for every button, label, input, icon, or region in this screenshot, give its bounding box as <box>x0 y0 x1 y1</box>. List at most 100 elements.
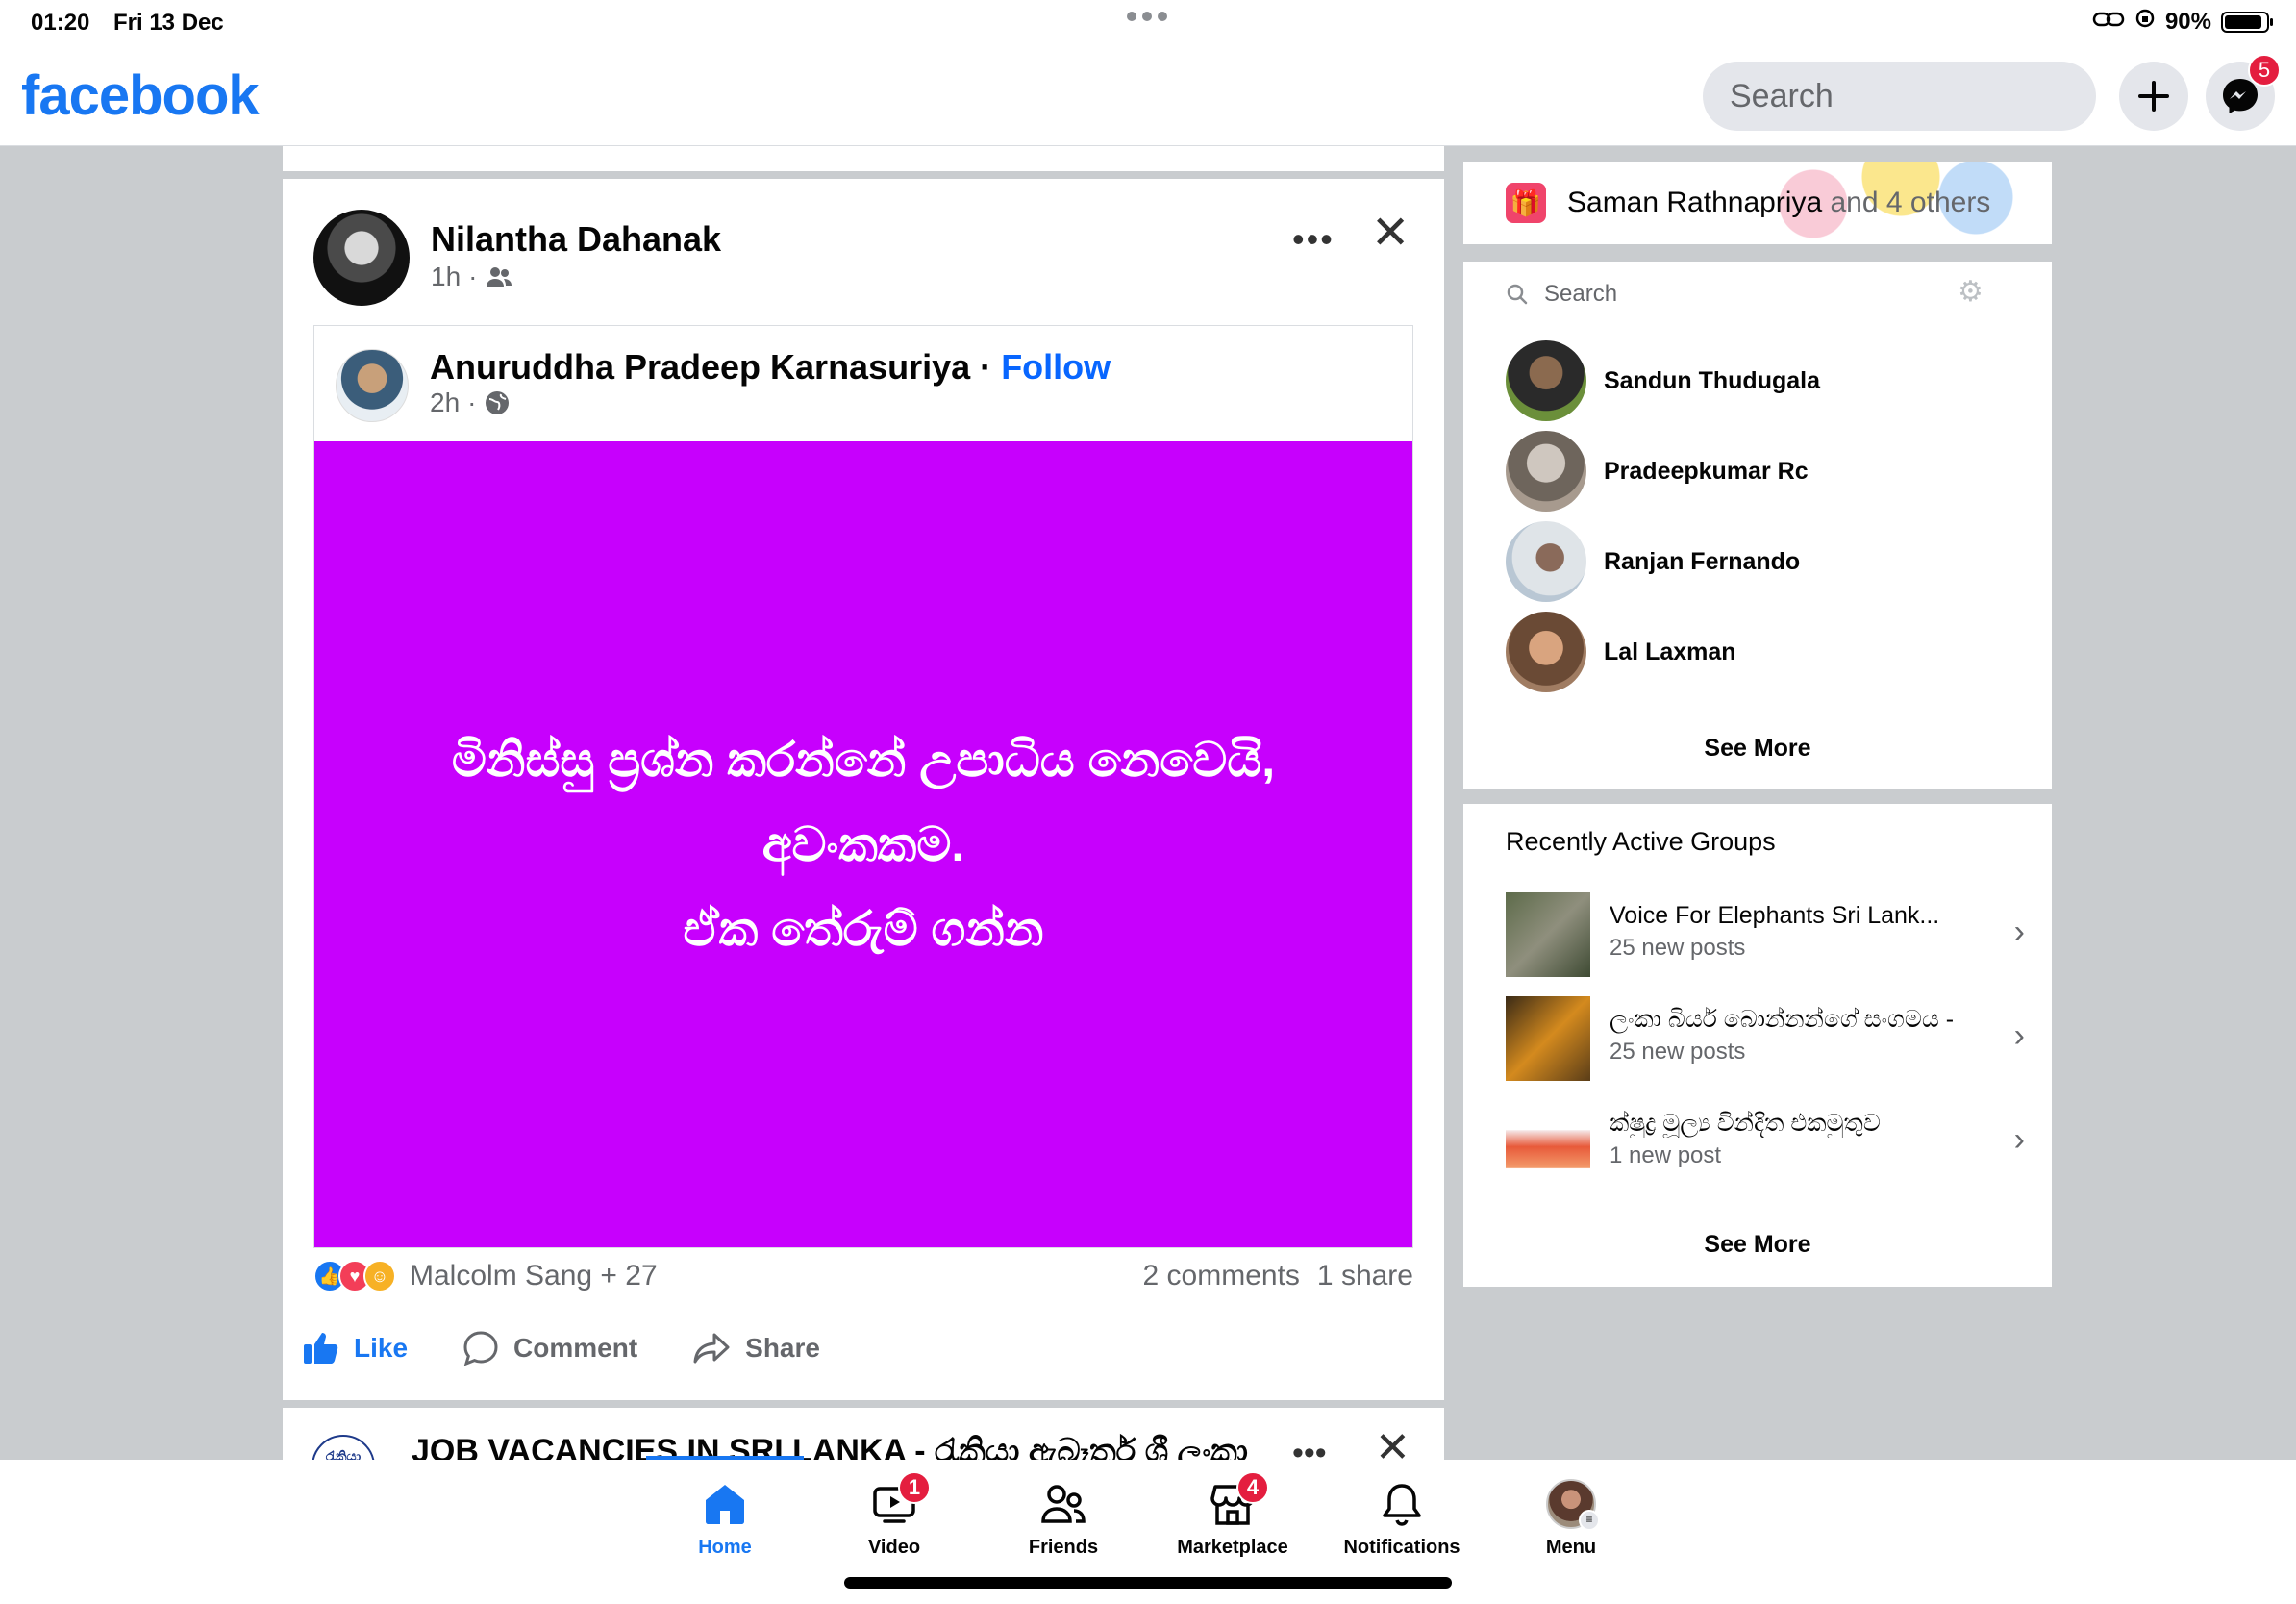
contact-item[interactable]: Lal Laxman <box>1506 612 1736 692</box>
battery-percent: 90% <box>2164 8 2211 35</box>
tab-marketplace[interactable]: 4 Marketplace <box>1156 1471 1310 1559</box>
shared-author[interactable]: Anuruddha Pradeep Karnasuriya <box>430 347 970 387</box>
contact-name: Pradeepkumar Rc <box>1604 457 1809 485</box>
group-thumbnail <box>1506 892 1590 977</box>
contact-name: Ranjan Fernando <box>1604 547 1801 575</box>
meta-dot: · <box>468 262 478 291</box>
post-time[interactable]: 1h <box>431 262 461 292</box>
next-post-card[interactable]: රැකියා JOB VACANCIES IN SRI LANKA - රැකි… <box>283 1408 1444 1460</box>
comment-button[interactable]: Comment <box>462 1329 637 1367</box>
tab-label: Marketplace <box>1177 1537 1288 1558</box>
care-reaction-icon: ☺ <box>363 1260 396 1292</box>
shares-count[interactable]: 1 share <box>1317 1260 1413 1292</box>
recent-groups-card: Recently Active Groups Voice For Elephan… <box>1463 804 2052 1287</box>
tab-label: Menu <box>1545 1537 1597 1558</box>
tab-label: Home <box>698 1537 752 1558</box>
status-date: Fri 13 Dec <box>113 10 224 36</box>
group-thumbnail <box>1506 1100 1590 1185</box>
contact-item[interactable]: Ranjan Fernando <box>1506 521 1800 602</box>
link-icon <box>2092 9 2125 36</box>
tab-menu[interactable]: ≡ Menu <box>1494 1477 1648 1559</box>
tab-home[interactable]: Home <box>648 1477 802 1559</box>
contact-item[interactable]: Pradeepkumar Rc <box>1506 431 1809 512</box>
post-options-icon[interactable]: ••• <box>1292 1435 1327 1460</box>
birthday-name[interactable]: Saman Rathnapriya <box>1567 187 1822 218</box>
plus-icon <box>2138 81 2169 112</box>
post-text-line-2: අවංකකම. <box>761 817 965 871</box>
birthday-text: Saman Rathnapriya and 4 others <box>1567 187 1990 219</box>
meta-dot: · <box>467 388 477 417</box>
contact-avatar <box>1506 431 1586 512</box>
post-author[interactable]: Nilantha Dahanak <box>431 219 721 260</box>
tab-video[interactable]: 1 Video <box>817 1471 971 1559</box>
contact-item[interactable]: Sandun Thudugala <box>1506 340 1820 421</box>
next-post-title[interactable]: JOB VACANCIES IN SRI LANKA - රැකියා ඇබෑර… <box>412 1433 1248 1460</box>
facebook-logo[interactable]: facebook <box>21 63 260 128</box>
shared-post[interactable]: Anuruddha Pradeep Karnasuriya · Follow 2… <box>313 325 1413 1248</box>
contacts-search-placeholder: Search <box>1544 281 1618 307</box>
reaction-icons: 👍 ♥ ☺ <box>313 1260 396 1292</box>
top-header: facebook Search 5 <box>0 46 2296 146</box>
gear-icon[interactable]: ⚙ <box>1958 275 1984 309</box>
shared-time[interactable]: 2h <box>430 388 460 418</box>
text-post-background[interactable]: මිනිස්සු ප්‍රශ්න කරන්නේ උපාධිය නෙවෙයි, අ… <box>314 441 1412 1247</box>
globe-icon <box>486 391 510 414</box>
hide-post-icon[interactable]: ✕ <box>1375 1423 1410 1460</box>
video-badge: 1 <box>898 1471 931 1504</box>
contact-name: Sandun Thudugala <box>1604 366 1820 394</box>
tab-friends[interactable]: Friends <box>986 1477 1140 1559</box>
home-indicator[interactable] <box>844 1577 1452 1589</box>
status-time: 01:20 <box>31 10 90 36</box>
group-item[interactable]: ලංකා බියර් බොන්නන්ගේ සංගමය -... 25 new p… <box>1506 996 2025 1083</box>
bottom-tab-bar: Home 1 Video Friends 4 Marketplace Notif… <box>0 1456 2296 1604</box>
like-button[interactable]: Like <box>302 1329 408 1367</box>
reactions-summary[interactable]: 👍 ♥ ☺ Malcolm Sang + 27 <box>313 1260 658 1292</box>
friends-icon <box>487 267 512 287</box>
marketplace-icon: 4 <box>1206 1471 1269 1531</box>
birthday-and: and <box>1830 187 1879 218</box>
shared-separator: · <box>980 347 992 387</box>
share-label: Share <box>745 1333 820 1363</box>
birthday-others[interactable]: 4 others <box>1886 187 1990 218</box>
author-avatar[interactable] <box>313 210 410 306</box>
groups-see-more-button[interactable]: See More <box>1463 1231 2052 1259</box>
page-avatar[interactable]: රැකියා <box>312 1435 375 1460</box>
bell-icon <box>1375 1477 1429 1531</box>
groups-title: Recently Active Groups <box>1506 827 1776 856</box>
contact-avatar <box>1506 521 1586 602</box>
gift-icon: 🎁 <box>1506 183 1546 223</box>
contacts-see-more-button[interactable]: See More <box>1463 735 2052 763</box>
group-item[interactable]: ක්ෂුද්‍ර මූල්‍ය වින්දිත එකමුතුව 1 new po… <box>1506 1100 2025 1187</box>
post-text-line-1: මිනිස්සු ප්‍රශ්න කරන්නේ උපාධිය නෙවෙයි, <box>451 733 1276 787</box>
hide-post-icon[interactable]: ✕ <box>1371 206 1410 260</box>
multitasking-dots-icon[interactable] <box>1127 12 1167 21</box>
search-input[interactable]: Search <box>1703 62 2096 131</box>
post-options-icon[interactable]: ••• <box>1292 219 1335 260</box>
like-label: Like <box>354 1333 409 1363</box>
group-thumbnail <box>1506 996 1590 1081</box>
tab-notifications[interactable]: Notifications <box>1325 1477 1479 1559</box>
group-activity: 25 new posts <box>1610 1039 1746 1065</box>
messenger-badge: 5 <box>2248 54 2281 87</box>
create-button[interactable] <box>2119 62 2188 131</box>
messenger-button[interactable]: 5 <box>2206 54 2281 131</box>
chevron-right-icon: › <box>2013 914 2025 950</box>
status-right: 90% <box>2092 8 2273 36</box>
home-icon <box>698 1477 752 1531</box>
share-button[interactable]: Share <box>691 1329 820 1367</box>
contacts-search[interactable]: Search <box>1506 281 1617 308</box>
orientation-lock-icon <box>2134 8 2156 36</box>
search-icon <box>1507 284 1528 305</box>
group-item[interactable]: Voice For Elephants Sri Lank... 25 new p… <box>1506 892 2025 979</box>
shared-author-avatar[interactable] <box>336 349 409 422</box>
battery-icon <box>2221 11 2273 33</box>
post-actions: Like Comment Share <box>302 1329 820 1367</box>
tab-label: Notifications <box>1343 1537 1460 1558</box>
comments-count[interactable]: 2 comments <box>1143 1260 1300 1292</box>
comment-label: Comment <box>513 1333 638 1363</box>
follow-link[interactable]: Follow <box>1001 347 1111 387</box>
post-text-line-3: ඒක තේරුම් ගන්න <box>683 902 1044 956</box>
group-name: Voice For Elephants Sri Lank... <box>1610 902 1940 929</box>
previous-post-edge <box>283 146 1444 171</box>
birthdays-card[interactable]: 🎁 Saman Rathnapriya and 4 others <box>1463 162 2052 244</box>
